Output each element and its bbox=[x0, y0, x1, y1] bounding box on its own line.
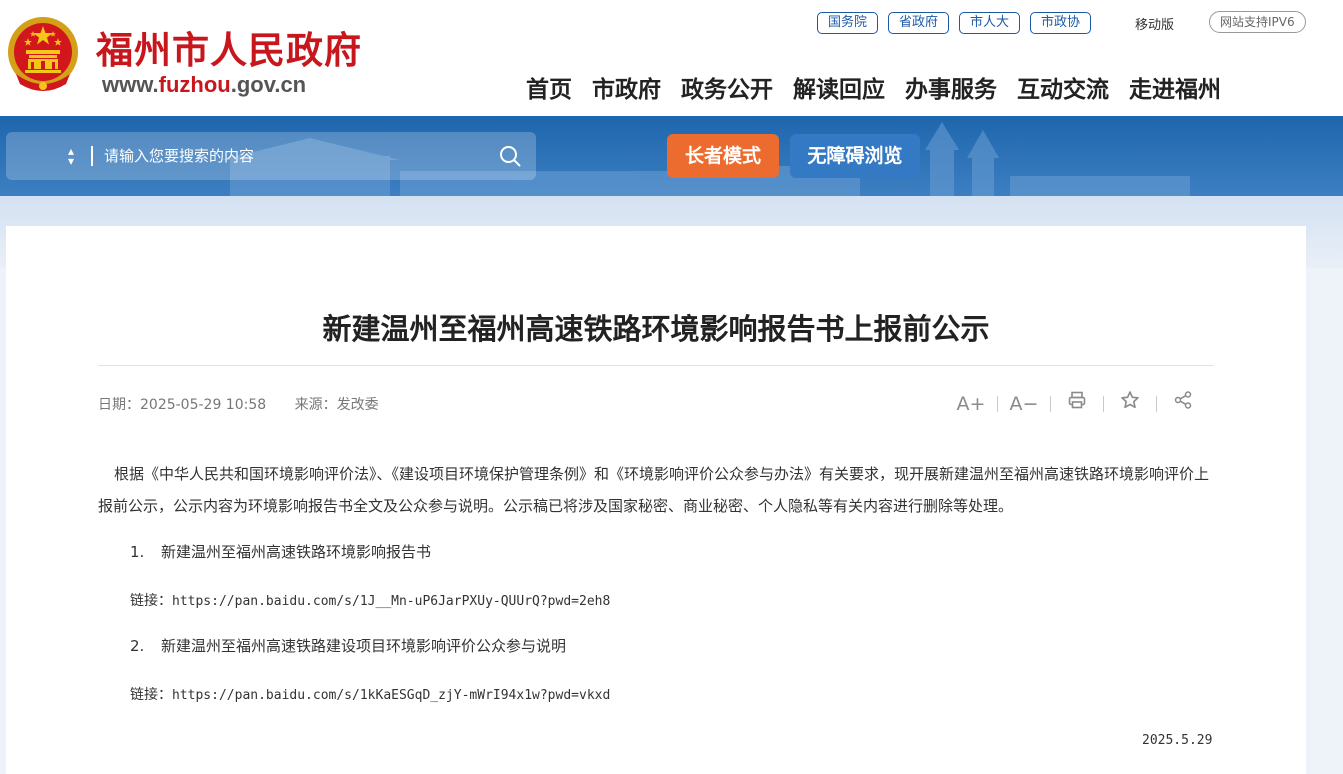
tool-divider bbox=[997, 395, 998, 412]
national-emblem-icon[interactable] bbox=[6, 14, 80, 94]
search-bar: ▴ ▾ bbox=[6, 132, 536, 180]
list-item-text: 新建温州至福州高速铁路环境影响报告书 bbox=[161, 543, 432, 561]
star-icon bbox=[1121, 391, 1139, 409]
article-paragraph: 根据《中华人民共和国环境影响评价法》、《建设项目环境保护管理条例》和《环境影响评… bbox=[98, 465, 1210, 515]
nav-item-about-fuzhou[interactable]: 走进福州 bbox=[1129, 70, 1221, 104]
top-link-state-council[interactable]: 国务院 bbox=[817, 12, 879, 34]
favorite-button[interactable] bbox=[1115, 390, 1145, 417]
nav-item-home[interactable]: 首页 bbox=[526, 70, 572, 104]
download-link-report[interactable]: https://pan.baidu.com/s/1J__Mn-uP6JarPXU… bbox=[172, 594, 610, 609]
article-panel: 新建温州至福州高速铁路环境影响报告书上报前公示 日期：2025-05-29 10… bbox=[6, 226, 1306, 774]
font-decrease-button[interactable]: A− bbox=[1009, 391, 1039, 417]
url-highlight: fuzhou bbox=[158, 72, 231, 97]
share-button[interactable] bbox=[1168, 390, 1198, 417]
list-item-number: 2. bbox=[130, 637, 145, 655]
ipv6-badge[interactable]: 网站支持IPV6 bbox=[1209, 11, 1306, 33]
list-item: 2. 新建温州至福州高速铁路建设项目环境影响评价公众参与说明 bbox=[130, 635, 566, 656]
list-item-text: 新建温州至福州高速铁路建设项目环境影响评价公众参与说明 bbox=[161, 637, 567, 655]
accessibility-button[interactable]: 无障碍浏览 bbox=[790, 134, 920, 178]
nav-item-interaction[interactable]: 互动交流 bbox=[1017, 70, 1109, 104]
font-increase-button[interactable]: A+ bbox=[956, 391, 986, 417]
site-title[interactable]: 福州市人民政府 bbox=[96, 20, 362, 74]
nav-item-interpretation[interactable]: 解读回应 bbox=[793, 70, 885, 104]
link-label: 链接： bbox=[130, 687, 172, 703]
download-link-participation[interactable]: https://pan.baidu.com/s/1kKaESGqD_zjY-mW… bbox=[172, 688, 610, 703]
main-nav: 首页 市政府 政务公开 解读回应 办事服务 互动交流 走进福州 bbox=[516, 70, 1231, 104]
nav-item-gov-affairs[interactable]: 政务公开 bbox=[681, 70, 773, 104]
link-label: 链接： bbox=[130, 593, 172, 609]
article-date: 日期：2025-05-29 10:58 bbox=[98, 397, 267, 413]
article-source: 来源：发改委 bbox=[294, 397, 379, 413]
site-url[interactable]: www.fuzhou.gov.cn bbox=[102, 72, 306, 98]
select-arrows-icon[interactable]: ▴ ▾ bbox=[68, 145, 74, 167]
tool-divider bbox=[1103, 395, 1104, 412]
url-suffix: .gov.cn bbox=[230, 72, 307, 97]
search-icon[interactable] bbox=[498, 144, 522, 168]
article-tools: A+ A− bbox=[956, 390, 1198, 417]
print-button[interactable] bbox=[1062, 390, 1092, 417]
tool-divider bbox=[1156, 395, 1157, 412]
list-item-number: 1. bbox=[130, 543, 145, 561]
title-divider bbox=[98, 365, 1214, 366]
search-divider bbox=[91, 146, 93, 166]
article-meta: 日期：2025-05-29 10:58 来源：发改委 bbox=[98, 394, 403, 414]
nav-item-city-gov[interactable]: 市政府 bbox=[592, 70, 661, 104]
share-icon bbox=[1174, 391, 1192, 409]
link-line: 链接：https://pan.baidu.com/s/1kKaESGqD_zjY… bbox=[130, 684, 610, 704]
top-links: 国务院 省政府 市人大 市政协 bbox=[817, 12, 1101, 34]
top-link-cppcc[interactable]: 市政协 bbox=[1030, 12, 1092, 34]
tool-divider bbox=[1050, 395, 1051, 412]
nav-item-services[interactable]: 办事服务 bbox=[905, 70, 997, 104]
url-prefix: www. bbox=[102, 72, 159, 97]
mobile-version-link[interactable]: 移动版 bbox=[1135, 14, 1174, 33]
article-title: 新建温州至福州高速铁路环境影响报告书上报前公示 bbox=[322, 312, 990, 346]
search-input[interactable] bbox=[104, 142, 484, 170]
list-item: 1. 新建温州至福州高速铁路环境影响报告书 bbox=[130, 541, 431, 562]
publish-date: 2025.5.29 bbox=[1142, 733, 1213, 748]
link-line: 链接：https://pan.baidu.com/s/1J__Mn-uP6Jar… bbox=[130, 590, 610, 610]
elder-mode-button[interactable]: 长者模式 bbox=[667, 134, 779, 178]
print-icon bbox=[1068, 391, 1086, 409]
top-link-provincial-gov[interactable]: 省政府 bbox=[888, 12, 950, 34]
top-link-city-congress[interactable]: 市人大 bbox=[959, 12, 1021, 34]
site-header: 福州市人民政府 www.fuzhou.gov.cn 国务院 省政府 市人大 市政… bbox=[0, 0, 1343, 116]
